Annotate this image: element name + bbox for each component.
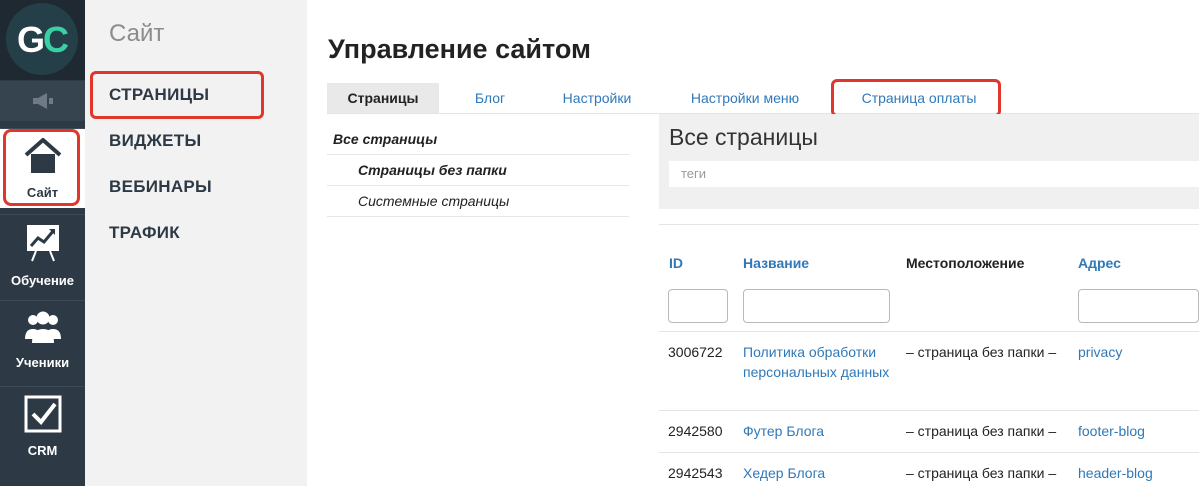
highlight-frame-pages xyxy=(90,71,264,119)
table-row: 2942580 Футер Блога – страница без папки… xyxy=(659,410,1199,452)
table-row: 2942543 Хедер Блога – страница без папки… xyxy=(659,452,1199,486)
row-name-link[interactable]: Футер Блога xyxy=(743,421,893,441)
table-row: 3006722 Политика обработки персональных … xyxy=(659,331,1199,410)
column-header-address[interactable]: Адрес xyxy=(1078,255,1121,271)
folder-all-pages[interactable]: Все страницы xyxy=(327,124,629,155)
rail-item-learning[interactable]: Обучение xyxy=(0,214,85,294)
filter-name-input[interactable] xyxy=(743,289,890,323)
row-name-link[interactable]: Хедер Блога xyxy=(743,463,893,483)
tab-pages[interactable]: Страницы xyxy=(327,83,439,113)
tab-blog[interactable]: Блог xyxy=(439,83,541,113)
people-icon xyxy=(25,311,61,343)
submenu-title: Сайт xyxy=(109,20,165,47)
tab-menu-settings[interactable]: Настройки меню xyxy=(653,83,837,113)
chart-board-icon xyxy=(27,225,59,262)
folder-system-pages[interactable]: Системные страницы xyxy=(327,186,629,217)
rail-item-crm[interactable]: CRM xyxy=(0,386,85,466)
highlight-frame-site xyxy=(3,129,80,206)
rail-item-label: CRM xyxy=(27,443,58,458)
submenu-item-webinars[interactable]: ВЕБИНАРЫ xyxy=(109,177,212,197)
folder-tree: Все страницы Страницы без папки Системны… xyxy=(327,124,629,217)
submenu-item-widgets[interactable]: ВИДЖЕТЫ xyxy=(109,131,201,151)
row-id: 2942580 xyxy=(668,423,723,439)
folder-no-folder[interactable]: Страницы без папки xyxy=(327,155,629,186)
highlight-frame-payment-tab xyxy=(831,79,1001,117)
pages-panel-header: Все страницы теги xyxy=(659,114,1199,209)
row-address-link[interactable]: privacy xyxy=(1078,342,1122,362)
row-location: – страница без папки – xyxy=(906,344,1057,360)
submenu-item-traffic[interactable]: ТРАФИК xyxy=(109,223,180,243)
rail-item-label: Обучение xyxy=(10,273,75,288)
main-nav-rail: GC Сайт Обучение Ученики CRM xyxy=(0,0,85,486)
row-location: – страница без папки – xyxy=(906,423,1057,439)
column-header-id[interactable]: ID xyxy=(669,255,683,271)
rail-item-label: Ученики xyxy=(15,355,70,370)
content-title: Все страницы xyxy=(669,124,818,150)
row-address-link[interactable]: header-blog xyxy=(1078,463,1153,483)
column-header-location: Местоположение xyxy=(906,255,1025,271)
pages-table: ID Название Местоположение Адрес 3006722… xyxy=(659,224,1199,486)
row-id: 2942543 xyxy=(668,465,723,481)
row-location: – страница без папки – xyxy=(906,465,1057,481)
rail-item-students[interactable]: Ученики xyxy=(0,300,85,380)
tab-settings[interactable]: Настройки xyxy=(541,83,653,113)
checkbox-icon xyxy=(24,395,62,433)
logo-text: GC xyxy=(16,19,69,60)
row-address-link[interactable]: footer-blog xyxy=(1078,421,1145,441)
tags-input[interactable]: теги xyxy=(669,161,1199,187)
megaphone-icon xyxy=(32,93,53,109)
row-id: 3006722 xyxy=(668,344,723,360)
row-name-link[interactable]: Политика обработки персональных данных xyxy=(743,342,893,382)
page-title: Управление сайтом xyxy=(328,34,591,64)
filter-id-input[interactable] xyxy=(668,289,728,323)
column-header-name[interactable]: Название xyxy=(743,255,809,271)
filter-address-input[interactable] xyxy=(1078,289,1199,323)
announcements-button[interactable] xyxy=(0,81,85,121)
logo[interactable]: GC xyxy=(0,0,85,80)
